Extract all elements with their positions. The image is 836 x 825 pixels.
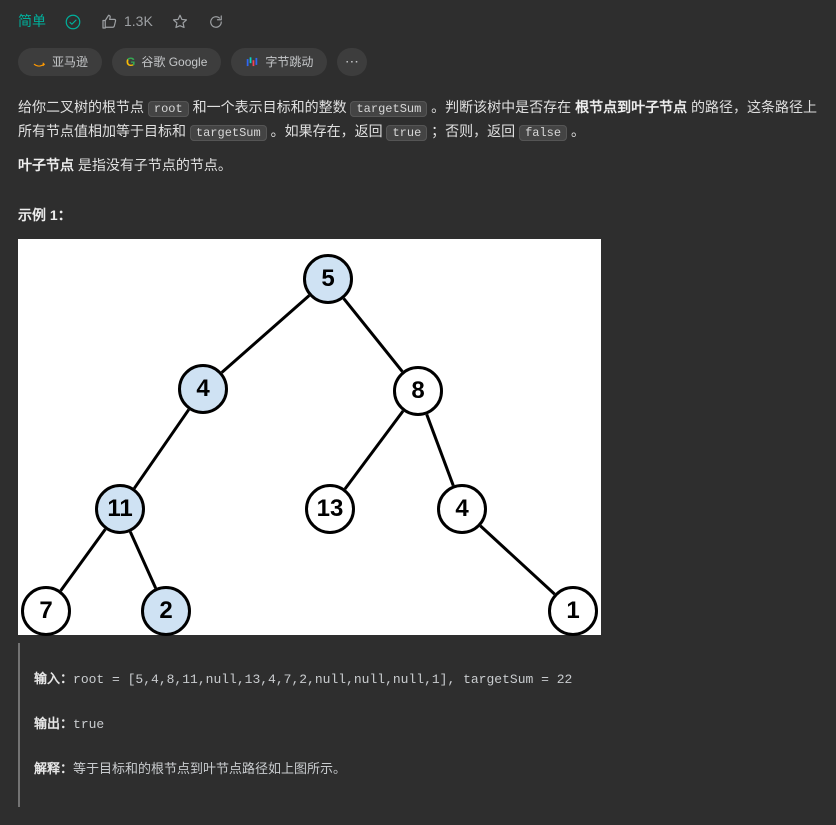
tag-amazon[interactable]: 亚马逊 xyxy=(18,48,102,76)
description-paragraph: 给你二叉树的根节点 root 和一个表示目标和的整数 targetSum 。判断… xyxy=(18,96,818,144)
code-root: root xyxy=(148,101,189,117)
amazon-icon xyxy=(32,55,46,69)
example-code-block: 输入：root = [5,4,8,11,null,13,4,7,2,null,n… xyxy=(18,643,818,807)
like-button[interactable]: 1.3K xyxy=(100,10,153,34)
tree-edge xyxy=(480,526,554,594)
star-icon xyxy=(171,13,189,31)
tree-edge xyxy=(344,299,403,372)
example-tree-diagram: 5 4 8 11 13 4 7 2 1 xyxy=(18,239,601,635)
tree-node-13: 13 xyxy=(305,484,355,534)
refresh-icon xyxy=(207,13,225,31)
tree-edge xyxy=(134,410,189,489)
code-targetsum-2: targetSum xyxy=(190,125,267,141)
tag-bytedance[interactable]: 字节跳动 xyxy=(231,48,327,76)
tree-edges-svg xyxy=(18,239,601,635)
solution-check-icon[interactable] xyxy=(64,13,82,31)
explain-label: 解释： xyxy=(34,762,73,777)
more-tags-button[interactable]: ⋯ xyxy=(337,48,367,76)
bytedance-icon xyxy=(245,55,259,69)
like-count: 1.3K xyxy=(124,10,153,34)
problem-description: 给你二叉树的根节点 root 和一个表示目标和的整数 targetSum 。判断… xyxy=(18,96,818,177)
tag-label: 字节跳动 xyxy=(265,52,313,72)
ellipsis-icon: ⋯ xyxy=(345,50,360,74)
code-targetsum: targetSum xyxy=(350,101,427,117)
tree-node-11: 11 xyxy=(95,484,145,534)
google-icon: G xyxy=(126,52,135,72)
tree-node-8: 8 xyxy=(393,366,443,416)
company-tag-row: 亚马逊 G 谷歌 Google 字节跳动 ⋯ xyxy=(18,48,818,76)
tag-google[interactable]: G 谷歌 Google xyxy=(112,48,221,76)
output-value: true xyxy=(73,717,104,732)
tree-edge xyxy=(345,411,403,489)
tag-label: 亚马逊 xyxy=(52,52,88,72)
favorite-button[interactable] xyxy=(171,13,189,31)
code-false: false xyxy=(519,125,567,141)
tree-node-4: 4 xyxy=(437,484,487,534)
tree-edge xyxy=(61,530,106,592)
tree-node-2: 2 xyxy=(141,586,191,636)
tree-edge xyxy=(130,532,155,588)
thumbs-up-icon xyxy=(100,13,118,31)
example-title: 示例 1： xyxy=(18,204,818,228)
tag-label: 谷歌 Google xyxy=(141,52,207,72)
input-value: root = [5,4,8,11,null,13,4,7,2,null,null… xyxy=(73,672,572,687)
tree-node-4: 4 xyxy=(178,364,228,414)
code-true: true xyxy=(386,125,427,141)
share-button[interactable] xyxy=(207,13,225,31)
tree-node-1: 1 xyxy=(548,586,598,636)
tree-edge xyxy=(427,415,454,486)
tree-node-7: 7 xyxy=(21,586,71,636)
explain-value: 等于目标和的根节点到叶节点路径如上图所示。 xyxy=(73,761,346,776)
difficulty-label: 简单 xyxy=(18,10,46,34)
problem-meta-row: 简单 1.3K xyxy=(18,10,818,34)
output-label: 输出： xyxy=(34,717,73,732)
tree-edge xyxy=(222,296,309,373)
description-paragraph: 叶子节点 是指没有子节点的节点。 xyxy=(18,154,818,178)
input-label: 输入： xyxy=(34,672,73,687)
check-circle-icon xyxy=(64,13,82,31)
tree-node-5: 5 xyxy=(303,254,353,304)
